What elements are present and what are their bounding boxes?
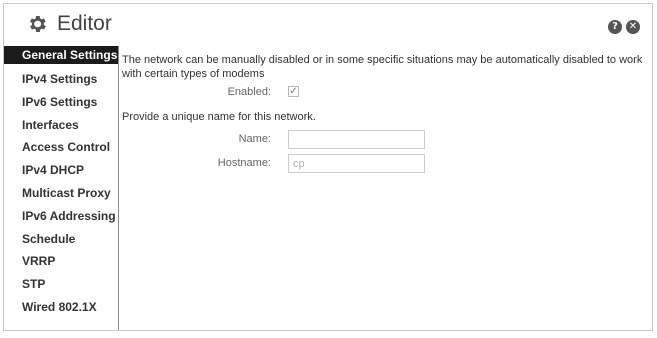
help-icon[interactable]: ? — [608, 20, 622, 34]
enabled-checkbox[interactable]: ✓ — [288, 86, 299, 97]
editor-header: Editor ? ✕ — [4, 4, 652, 46]
editor-title: Editor — [57, 12, 112, 35]
enabled-label: Enabled: — [227, 86, 271, 98]
sidebar-item-ipv6-settings[interactable]: IPv6 Settings — [4, 91, 118, 114]
sidebar-item-access-control[interactable]: Access Control — [4, 136, 118, 159]
sidebar-item-ipv6-addressing[interactable]: IPv6 Addressing — [4, 205, 118, 228]
close-icon[interactable]: ✕ — [626, 20, 640, 34]
title-group: Editor — [26, 12, 112, 36]
sidebar-item-multicast-proxy[interactable]: Multicast Proxy — [4, 182, 118, 205]
sidebar-item-stp[interactable]: STP — [4, 273, 118, 296]
sidebar-item-ipv4-dhcp[interactable]: IPv4 DHCP — [4, 159, 118, 182]
gear-icon — [30, 16, 46, 32]
sidebar-item-general-settings[interactable]: General Settings — [4, 46, 118, 64]
network-description: The network can be manually disabled or … — [122, 54, 643, 80]
sidebar-item-interfaces[interactable]: Interfaces — [4, 114, 118, 137]
main-content: The network can be manually disabled or … — [122, 53, 644, 176]
name-row: Name: — [122, 128, 644, 152]
name-input[interactable] — [288, 130, 425, 149]
hostname-row: Hostname: — [122, 152, 644, 176]
enabled-row: Enabled: ✓ — [122, 81, 644, 105]
hostname-input[interactable] — [288, 154, 425, 173]
name-label: Name: — [238, 133, 271, 145]
sidebar-nav: General Settings IPv4 Settings IPv6 Sett… — [4, 46, 119, 330]
sidebar-item-ipv4-settings[interactable]: IPv4 Settings — [4, 68, 118, 91]
hostname-label: Hostname: — [217, 157, 271, 169]
header-icons: ? ✕ — [608, 20, 640, 34]
editor-window: Editor ? ✕ General Settings IPv4 Setting… — [3, 3, 653, 331]
sidebar-item-vrrp[interactable]: VRRP — [4, 250, 118, 273]
sidebar-item-schedule[interactable]: Schedule — [4, 228, 118, 251]
name-prompt: Provide a unique name for this network. — [122, 111, 316, 123]
sidebar-item-wired-8021x[interactable]: Wired 802.1X — [4, 296, 118, 319]
